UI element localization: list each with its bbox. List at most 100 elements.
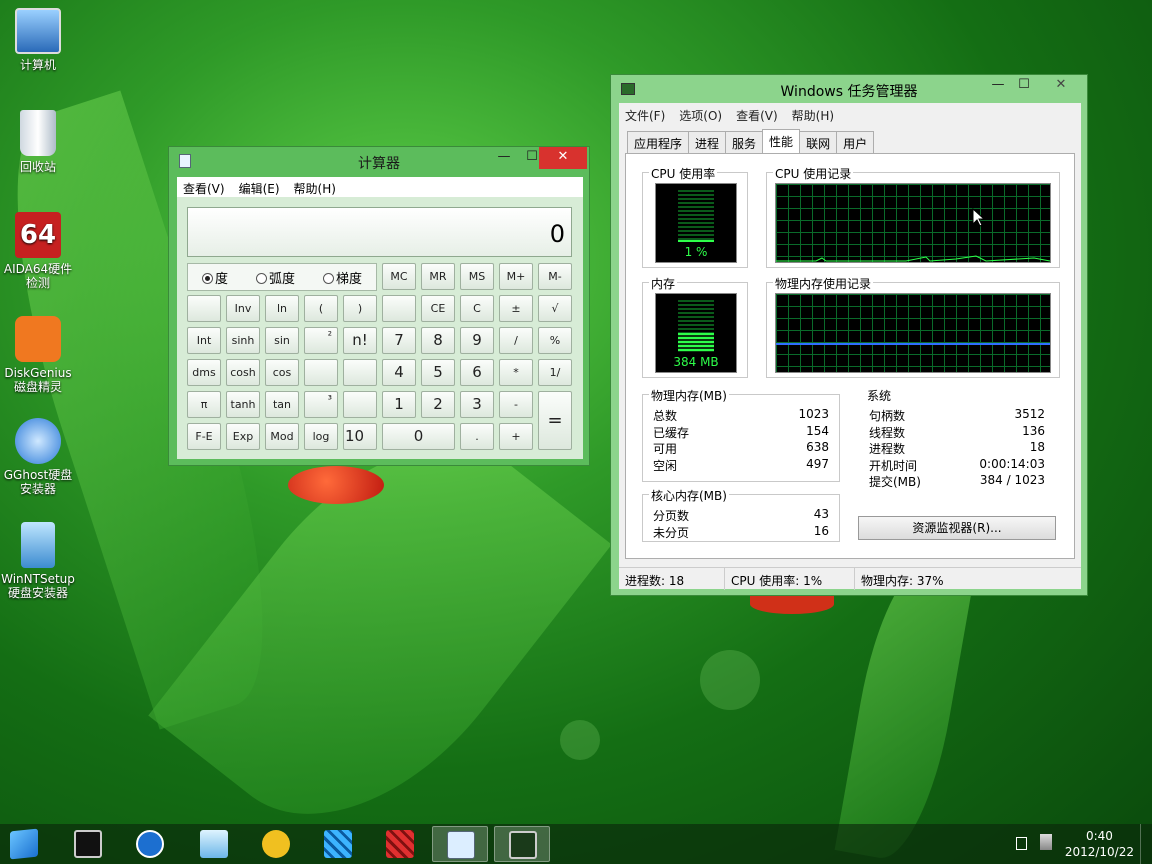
taskbar-app-red[interactable] <box>372 826 428 862</box>
wallpaper-bokeh <box>560 720 600 760</box>
key-2[interactable]: 2 <box>421 391 455 418</box>
key-0[interactable]: 0 <box>382 423 455 450</box>
desktop-icon-recycle-bin[interactable]: 回收站 <box>0 110 76 174</box>
tab-applications[interactable]: 应用程序 <box>627 131 690 153</box>
key-cos[interactable]: cos <box>265 359 299 386</box>
radio-grads[interactable]: 梯度 <box>322 268 362 287</box>
taskbar-app-blue[interactable] <box>310 826 366 862</box>
network-icon[interactable] <box>1040 834 1052 850</box>
desktop-icon-aida64[interactable]: 64 AIDA64硬件 检测 <box>0 212 76 290</box>
maximize-button[interactable]: ☐ <box>1009 75 1039 97</box>
close-button[interactable]: ✕ <box>1037 75 1085 97</box>
radio-degrees[interactable]: 度 <box>201 268 228 287</box>
tab-performance[interactable]: 性能 <box>762 129 801 153</box>
clock[interactable]: 0:40 2012/10/22 <box>1065 828 1134 860</box>
desktop-icon-computer[interactable]: 计算机 <box>0 8 76 72</box>
key-inv[interactable]: Inv <box>226 295 260 322</box>
key-add[interactable]: + <box>499 423 533 450</box>
calculator-titlebar[interactable]: 计算器 — ☐ ✕ <box>169 147 589 177</box>
winntsetup-icon <box>21 522 55 568</box>
key-m-minus[interactable]: M- <box>538 263 572 290</box>
menu-help[interactable]: 帮助(H) <box>294 180 336 196</box>
key-9[interactable]: 9 <box>460 327 494 354</box>
stat-row: 开机时间 0:00:14:03 <box>869 456 1045 473</box>
taskbar-notepad[interactable] <box>186 826 242 862</box>
key-sin[interactable]: sin <box>265 327 299 354</box>
key-divide[interactable]: / <box>499 327 533 354</box>
key-5[interactable]: 5 <box>421 359 455 386</box>
key-exp[interactable]: Exp <box>226 423 260 450</box>
taskbar-winrar[interactable] <box>248 826 304 862</box>
key-log[interactable]: log <box>304 423 338 450</box>
key-sqrt[interactable]: √ <box>538 295 572 322</box>
key-root[interactable] <box>343 359 377 386</box>
key-ln[interactable]: ln <box>265 295 299 322</box>
taskbar-calculator[interactable] <box>432 826 488 862</box>
key-m-plus[interactable]: M+ <box>499 263 533 290</box>
key-equals[interactable]: = <box>538 391 572 450</box>
tab-processes[interactable]: 进程 <box>688 131 727 153</box>
key-c[interactable]: C <box>460 295 494 322</box>
key-7[interactable]: 7 <box>382 327 416 354</box>
key-mc[interactable]: MC <box>382 263 416 290</box>
key-tan[interactable]: tan <box>265 391 299 418</box>
key-cube-root[interactable] <box>343 391 377 418</box>
close-button[interactable]: ✕ <box>539 147 587 169</box>
show-desktop-button[interactable] <box>1140 824 1152 864</box>
key-int[interactable]: Int <box>187 327 221 354</box>
key-square[interactable]: ² <box>304 327 338 354</box>
radio-radians[interactable]: 弧度 <box>255 268 295 287</box>
status-memory: 物理内存: 37% <box>861 574 944 588</box>
tab-networking[interactable]: 联网 <box>799 131 838 153</box>
key-factorial[interactable]: n! <box>343 327 377 354</box>
key-8[interactable]: 8 <box>421 327 455 354</box>
minimize-button[interactable]: — <box>489 147 519 169</box>
key-1[interactable]: 1 <box>382 391 416 418</box>
key-sinh[interactable]: sinh <box>226 327 260 354</box>
key-percent[interactable]: % <box>538 327 572 354</box>
key-3[interactable]: 3 <box>460 391 494 418</box>
key-mod[interactable]: Mod <box>265 423 299 450</box>
menu-help[interactable]: 帮助(H) <box>792 107 834 123</box>
key-open-paren[interactable]: ( <box>304 295 338 322</box>
key-multiply[interactable]: * <box>499 359 533 386</box>
key-ce[interactable]: CE <box>421 295 455 322</box>
cpu-usage-value: 1 % <box>684 245 708 259</box>
key-reciprocal[interactable]: 1/ <box>538 359 572 386</box>
key-pi[interactable]: π <box>187 391 221 418</box>
taskbar-cmd[interactable] <box>60 826 116 862</box>
key-tanh[interactable]: tanh <box>226 391 260 418</box>
key-subtract[interactable]: - <box>499 391 533 418</box>
desktop-icon-diskgenius[interactable]: DiskGenius 磁盘精灵 <box>0 316 76 394</box>
key-blank[interactable] <box>187 295 221 322</box>
task-manager-titlebar[interactable]: Windows 任务管理器 — ☐ ✕ <box>611 75 1087 101</box>
desktop-icon-gghost[interactable]: GGhost硬盘 安装器 <box>0 418 76 496</box>
key-backspace[interactable] <box>382 295 416 322</box>
key-ten-power[interactable]: 10 <box>343 423 377 450</box>
key-cosh[interactable]: cosh <box>226 359 260 386</box>
desktop-icon-winntsetup[interactable]: WinNTSetup 硬盘安装器 <box>0 522 76 600</box>
tab-services[interactable]: 服务 <box>725 131 764 153</box>
key-dms[interactable]: dms <box>187 359 221 386</box>
notification-icon[interactable] <box>1016 837 1027 850</box>
key-4[interactable]: 4 <box>382 359 416 386</box>
menu-view[interactable]: 查看(V) <box>183 180 225 196</box>
menu-file[interactable]: 文件(F) <box>625 107 665 123</box>
taskbar-help[interactable] <box>122 826 178 862</box>
key-close-paren[interactable]: ) <box>343 295 377 322</box>
start-button[interactable] <box>0 826 44 862</box>
key-power[interactable] <box>304 359 338 386</box>
key-fe[interactable]: F-E <box>187 423 221 450</box>
menu-edit[interactable]: 编辑(E) <box>239 180 280 196</box>
key-mr[interactable]: MR <box>421 263 455 290</box>
menu-view[interactable]: 查看(V) <box>736 107 778 123</box>
tab-users[interactable]: 用户 <box>836 131 875 153</box>
key-cube[interactable]: ³ <box>304 391 338 418</box>
menu-options[interactable]: 选项(O) <box>679 107 722 123</box>
key-decimal[interactable]: . <box>460 423 494 450</box>
key-plus-minus[interactable]: ± <box>499 295 533 322</box>
key-6[interactable]: 6 <box>460 359 494 386</box>
resource-monitor-button[interactable]: 资源监视器(R)... <box>858 516 1056 540</box>
key-ms[interactable]: MS <box>460 263 494 290</box>
taskbar-task-manager[interactable] <box>494 826 550 862</box>
